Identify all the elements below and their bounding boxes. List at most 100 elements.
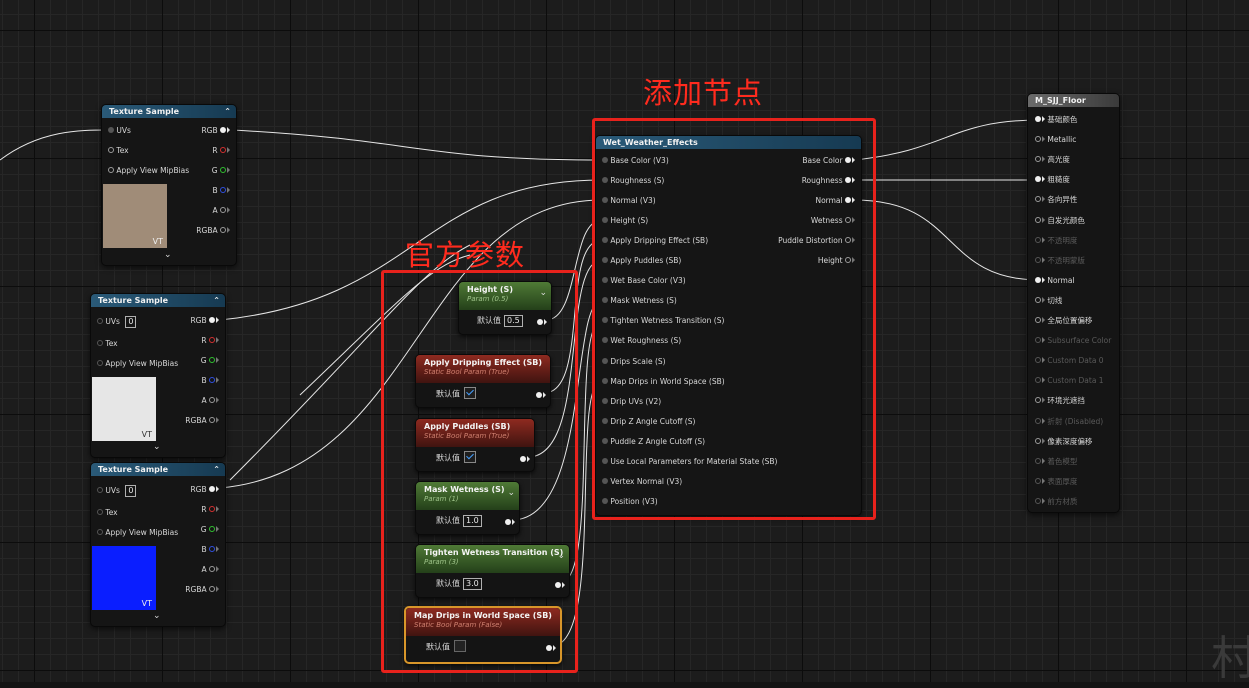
- material-input-row: 着色模型: [1035, 456, 1077, 468]
- input-pin-icon[interactable]: [1035, 497, 1041, 504]
- material-input-row: 切线: [1035, 295, 1062, 307]
- material-input-row: 高光度: [1035, 154, 1070, 166]
- texture-preview: VT: [92, 546, 156, 610]
- uv-value-field[interactable]: 0: [125, 485, 137, 497]
- input-pin-icon[interactable]: [1035, 196, 1041, 203]
- input-label: UVs: [105, 486, 120, 495]
- output-pin-icon[interactable]: [220, 147, 226, 153]
- input-pin-icon[interactable]: [97, 340, 103, 346]
- input-pin-icon[interactable]: [1035, 136, 1041, 143]
- input-pin-icon[interactable]: [97, 360, 103, 366]
- input-pin-icon[interactable]: [1035, 337, 1041, 344]
- pin-arrow-icon: [1042, 437, 1045, 444]
- texture-sample-node-3[interactable]: Texture Sample ⌃ UVs 0 Tex Apply View Mip…: [90, 462, 226, 627]
- material-input-row: 不透明度: [1035, 235, 1077, 247]
- output-label: A: [201, 396, 207, 405]
- input-pin-icon[interactable]: [1035, 377, 1041, 384]
- output-pin-icon[interactable]: [209, 526, 215, 532]
- input-label: Custom Data 1: [1047, 376, 1104, 386]
- input-pin-icon[interactable]: [1035, 457, 1041, 464]
- input-pin-icon[interactable]: [1035, 236, 1041, 243]
- output-pin-icon[interactable]: [209, 486, 215, 492]
- output-pin-icon[interactable]: [209, 357, 215, 363]
- expand-chevron-icon[interactable]: ⌄: [164, 250, 172, 260]
- node-header[interactable]: Texture Sample ⌃: [91, 294, 225, 307]
- output-pin-icon[interactable]: [220, 207, 226, 213]
- input-pin-icon[interactable]: [97, 529, 103, 535]
- output-label: A: [201, 565, 207, 574]
- input-pin-icon[interactable]: [108, 127, 114, 133]
- input-pin-icon[interactable]: [1035, 296, 1041, 303]
- output-pin-icon[interactable]: [220, 167, 226, 173]
- input-pin-icon[interactable]: [1035, 176, 1041, 183]
- material-input-row: 自发光颜色: [1035, 215, 1085, 227]
- material-output-node[interactable]: M_SJJ_Floor 基础颜色 Metallic 高光度 粗糙度 各向异性 自…: [1027, 93, 1120, 513]
- input-pin-icon[interactable]: [97, 487, 103, 493]
- collapse-icon[interactable]: ⌃: [213, 294, 220, 307]
- node-title: Texture Sample: [109, 107, 180, 116]
- input-pin-icon[interactable]: [108, 147, 114, 153]
- output-label: RGBA: [196, 226, 218, 235]
- input-pin-icon[interactable]: [1035, 397, 1041, 404]
- collapse-icon[interactable]: ⌃: [213, 463, 220, 476]
- annotation-label-official-params: 官方参数: [405, 238, 526, 272]
- output-label: B: [212, 186, 218, 195]
- input-pin-icon[interactable]: [108, 167, 114, 173]
- input-label: 不透明度: [1047, 235, 1078, 245]
- input-label: 不透明蒙版: [1047, 255, 1085, 265]
- node-header[interactable]: Texture Sample ⌃: [91, 463, 225, 476]
- output-pin-icon[interactable]: [209, 377, 215, 383]
- expand-chevron-icon[interactable]: ⌄: [153, 611, 161, 621]
- texture-sample-node-2[interactable]: Texture Sample ⌃ UVs 0 Tex Apply View Mip…: [90, 293, 226, 458]
- material-input-row: Custom Data 0: [1035, 355, 1104, 367]
- output-pin-icon[interactable]: [220, 187, 226, 193]
- annotation-box-official-params: [381, 270, 578, 673]
- input-pin-icon[interactable]: [1035, 477, 1041, 484]
- node-title: Texture Sample: [98, 296, 169, 305]
- collapse-icon[interactable]: ⌃: [224, 105, 231, 118]
- input-pin-icon[interactable]: [1035, 116, 1041, 122]
- pin-arrow-icon: [1042, 337, 1045, 344]
- pin-arrow-icon: [1042, 417, 1045, 424]
- output-label: G: [200, 356, 207, 365]
- output-pin-icon[interactable]: [220, 227, 226, 233]
- input-pin-icon[interactable]: [1035, 357, 1041, 364]
- expand-chevron-icon[interactable]: ⌄: [153, 442, 161, 452]
- input-pin-icon[interactable]: [1035, 156, 1041, 163]
- pin-arrow-icon: [1042, 497, 1045, 504]
- input-label: 着色模型: [1047, 456, 1078, 466]
- input-pin-icon[interactable]: [1035, 417, 1041, 424]
- input-pin-icon[interactable]: [1035, 437, 1041, 444]
- node-header[interactable]: Texture Sample ⌃: [102, 105, 236, 118]
- material-input-row: 基础颜色: [1035, 114, 1077, 126]
- output-pin-icon[interactable]: [209, 546, 215, 552]
- input-pin-icon[interactable]: [1035, 276, 1041, 283]
- input-pin-icon[interactable]: [1035, 216, 1041, 223]
- input-pin-icon[interactable]: [1035, 256, 1041, 263]
- texture-sample-node-1[interactable]: Texture Sample ⌃ UVs Tex Apply View MipBi…: [101, 104, 237, 266]
- output-pin-icon[interactable]: [209, 417, 215, 423]
- material-input-row: 表面厚度: [1035, 476, 1077, 488]
- output-pin-icon[interactable]: [209, 566, 215, 572]
- input-pin-icon[interactable]: [97, 509, 103, 515]
- input-label: 全局位置偏移: [1047, 316, 1093, 325]
- input-pin-icon[interactable]: [97, 318, 103, 324]
- node-header[interactable]: M_SJJ_Floor: [1028, 94, 1119, 107]
- output-pin-icon[interactable]: [209, 317, 215, 323]
- input-label: Apply View MipBias: [116, 166, 190, 175]
- vt-label: VT: [141, 599, 152, 608]
- output-pin-icon[interactable]: [220, 127, 226, 133]
- output-label: B: [201, 545, 207, 554]
- pin-arrow-icon: [1042, 216, 1045, 223]
- uv-value-field[interactable]: 0: [125, 316, 137, 328]
- output-label: A: [212, 206, 218, 215]
- input-pin-icon[interactable]: [1035, 317, 1041, 323]
- output-pin-icon[interactable]: [209, 586, 215, 592]
- output-pin-icon[interactable]: [209, 397, 215, 403]
- output-pin-icon[interactable]: [209, 337, 215, 343]
- watermark-text: 村: [1211, 631, 1249, 685]
- output-pin-icon[interactable]: [209, 506, 215, 512]
- input-label: 前方材质: [1047, 496, 1078, 506]
- output-label: B: [201, 376, 207, 385]
- input-label: 各向异性: [1047, 195, 1078, 205]
